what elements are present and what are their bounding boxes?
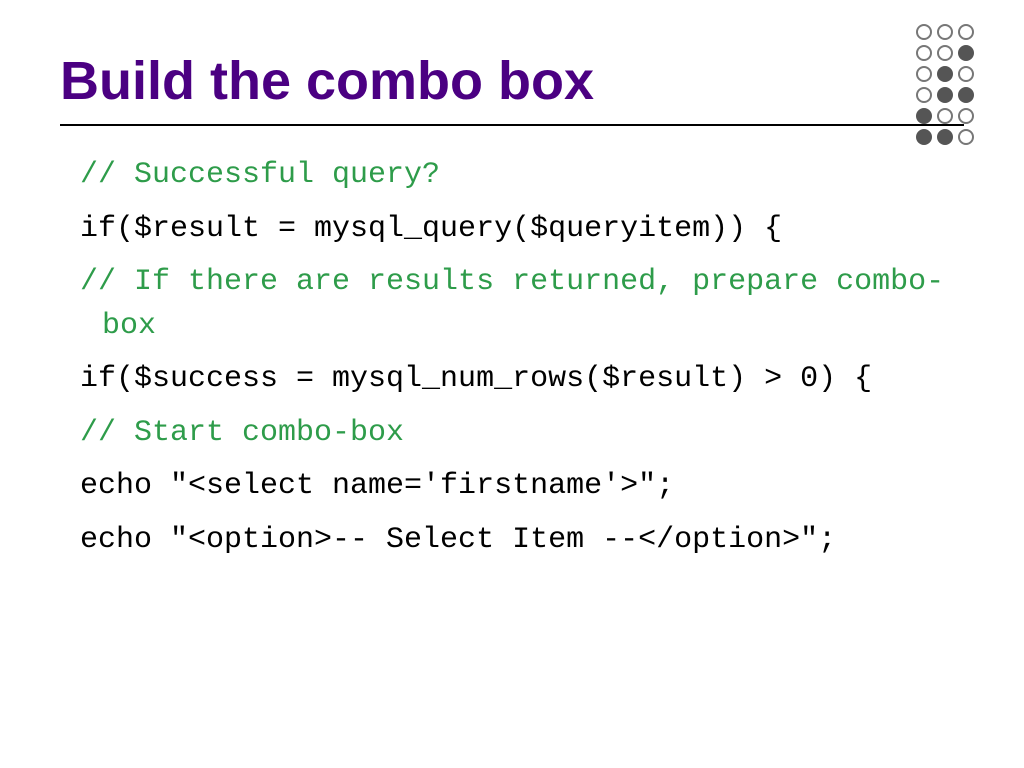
- dot-icon: [916, 66, 932, 82]
- dot-icon: [916, 87, 932, 103]
- dot-icon: [916, 24, 932, 40]
- code-line: if($result = mysql_query($queryitem)) {: [80, 212, 782, 246]
- code-line: echo "<select name='firstname'>";: [80, 469, 674, 503]
- title-divider: [60, 124, 964, 126]
- dot-icon: [958, 108, 974, 124]
- dot-icon: [916, 129, 932, 145]
- dot-icon: [937, 24, 953, 40]
- code-block: // Successful query? if($result = mysql_…: [80, 154, 964, 562]
- dot-icon: [937, 129, 953, 145]
- code-line: echo "<option>-- Select Item --</option>…: [80, 523, 836, 557]
- dot-icon: [937, 45, 953, 61]
- code-comment: // If there are results returned, prepar…: [80, 265, 944, 343]
- dot-icon: [937, 87, 953, 103]
- dot-icon: [958, 66, 974, 82]
- code-comment: // Start combo-box: [80, 416, 404, 450]
- dot-icon: [958, 87, 974, 103]
- code-line: if($success = mysql_num_rows($result) > …: [80, 362, 872, 396]
- dot-icon: [958, 24, 974, 40]
- dot-icon: [937, 66, 953, 82]
- decorative-dot-grid: [916, 24, 976, 147]
- code-comment: // Successful query?: [80, 158, 440, 192]
- dot-icon: [916, 45, 932, 61]
- slide: Build the combo box // Successful query?…: [0, 0, 1024, 768]
- dot-icon: [937, 108, 953, 124]
- slide-title: Build the combo box: [60, 50, 964, 118]
- dot-icon: [916, 108, 932, 124]
- dot-icon: [958, 129, 974, 145]
- dot-icon: [958, 45, 974, 61]
